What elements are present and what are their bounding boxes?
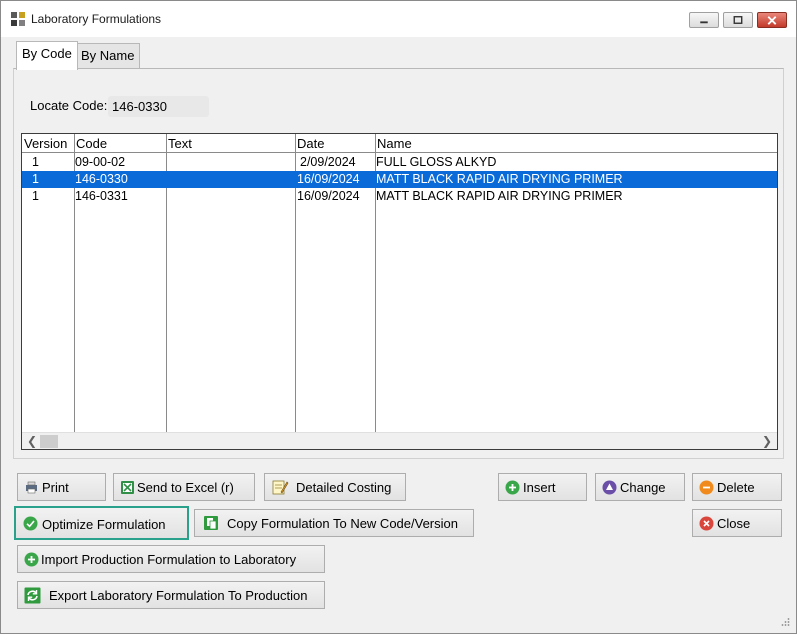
grid-header: Version Code Text Date Name <box>22 134 777 153</box>
x-circle-icon <box>699 516 714 531</box>
column-header-text[interactable]: Text <box>168 136 192 151</box>
scroll-thumb[interactable] <box>40 435 58 448</box>
table-row[interactable]: 1 146-0331 16/09/2024 MATT BLACK RAPID A… <box>22 188 777 205</box>
delete-button[interactable]: Delete <box>692 473 782 501</box>
scroll-right-icon[interactable]: ❯ <box>762 434 772 448</box>
restore-icon <box>733 16 743 24</box>
detailed-costing-button[interactable]: Detailed Costing <box>264 473 406 501</box>
check-circle-icon <box>23 516 38 531</box>
close-window-button[interactable] <box>757 12 787 28</box>
close-label: Close <box>717 516 751 531</box>
plus-circle-icon <box>24 552 39 567</box>
table-row-selected[interactable]: 1 146-0330 16/09/2024 MATT BLACK RAPID A… <box>22 171 777 188</box>
detailed-costing-label: Detailed Costing <box>296 480 392 495</box>
excel-icon <box>121 481 134 494</box>
optimize-formulation-label: Optimize Formulation <box>42 517 166 532</box>
plus-circle-icon <box>505 480 520 495</box>
cell-date: 2/09/2024 <box>300 155 356 169</box>
print-label: Print <box>42 480 69 495</box>
send-to-excel-button[interactable]: Send to Excel (r) <box>113 473 255 501</box>
cell-date: 16/09/2024 <box>297 172 360 186</box>
title-bar[interactable]: Laboratory Formulations <box>1 1 796 37</box>
optimize-formulation-button[interactable]: Optimize Formulation <box>14 506 189 540</box>
copy-formulation-label: Copy Formulation To New Code/Version <box>227 516 458 531</box>
cell-version: 1 <box>32 189 39 203</box>
refresh-arrows-icon <box>24 587 41 604</box>
cell-name: MATT BLACK RAPID AIR DRYING PRIMER <box>376 172 623 186</box>
minimize-icon <box>700 21 708 24</box>
table-row[interactable]: 1 09-00-02 2/09/2024 FULL GLOSS ALKYD <box>22 154 777 171</box>
minimize-button[interactable] <box>689 12 719 28</box>
cell-code: 09-00-02 <box>75 155 126 169</box>
export-laboratory-button[interactable]: Export Laboratory Formulation To Product… <box>17 581 325 609</box>
maximize-button[interactable] <box>723 12 753 28</box>
send-to-excel-label: Send to Excel (r) <box>137 480 234 495</box>
delete-label: Delete <box>717 480 755 495</box>
tab-by-code[interactable]: By Code <box>16 41 78 70</box>
tab-strip: By Code By Name <box>13 41 784 70</box>
column-header-name[interactable]: Name <box>377 136 412 151</box>
copy-formulation-button[interactable]: Copy Formulation To New Code/Version <box>194 509 474 537</box>
cell-version: 1 <box>32 155 39 169</box>
column-header-version[interactable]: Version <box>24 136 67 151</box>
export-laboratory-label: Export Laboratory Formulation To Product… <box>49 588 308 603</box>
cell-code: 146-0331 <box>75 189 128 203</box>
close-button[interactable]: Close <box>692 509 782 537</box>
print-button[interactable]: Print <box>17 473 106 501</box>
cell-name: FULL GLOSS ALKYD <box>376 155 497 169</box>
up-triangle-circle-icon <box>602 480 617 495</box>
copy-icon <box>204 516 218 530</box>
printer-icon <box>26 481 37 494</box>
scroll-left-icon[interactable]: ❮ <box>27 434 37 448</box>
locate-code-label: Locate Code: <box>30 98 108 113</box>
change-label: Change <box>620 480 666 495</box>
import-production-label: Import Production Formulation to Laborat… <box>41 552 297 567</box>
resize-grip-icon[interactable] <box>780 617 790 627</box>
tab-by-name[interactable]: By Name <box>75 43 141 69</box>
window-title: Laboratory Formulations <box>31 12 162 26</box>
formulations-grid[interactable]: Version Code Text Date Name 1 09-00-02 2… <box>21 133 778 450</box>
cell-date: 16/09/2024 <box>297 189 360 203</box>
import-production-button[interactable]: Import Production Formulation to Laborat… <box>17 545 325 573</box>
locate-code-input[interactable] <box>108 96 209 117</box>
notepad-pencil-icon <box>272 480 289 495</box>
column-header-date[interactable]: Date <box>297 136 324 151</box>
close-icon <box>767 16 777 25</box>
cell-version: 1 <box>32 172 39 186</box>
horizontal-scrollbar[interactable]: ❮ ❯ <box>22 432 777 449</box>
app-icon <box>11 12 25 26</box>
cell-code: 146-0330 <box>75 172 128 186</box>
insert-label: Insert <box>523 480 556 495</box>
column-header-code[interactable]: Code <box>76 136 107 151</box>
change-button[interactable]: Change <box>595 473 685 501</box>
laboratory-formulations-window: Laboratory Formulations By Code By Name … <box>0 0 797 634</box>
insert-button[interactable]: Insert <box>498 473 587 501</box>
cell-name: MATT BLACK RAPID AIR DRYING PRIMER <box>376 189 623 203</box>
minus-circle-icon <box>699 480 714 495</box>
